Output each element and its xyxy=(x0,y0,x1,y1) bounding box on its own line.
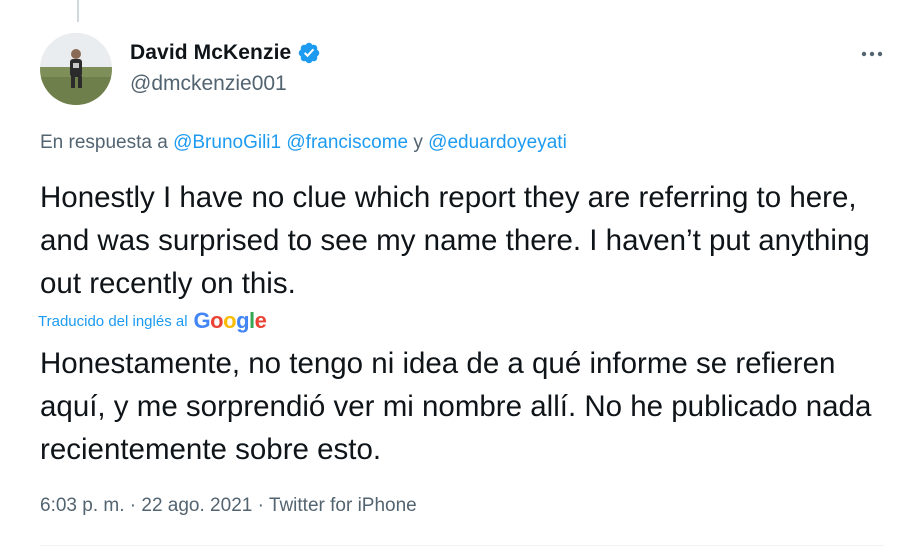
verified-badge-icon xyxy=(297,41,321,65)
author-name-row: David McKenzie xyxy=(130,38,321,68)
avatar[interactable] xyxy=(40,33,112,105)
author-handle[interactable]: @dmckenzie001 xyxy=(130,72,287,96)
reply-context: En respuesta a @BrunoGili1 @franciscome … xyxy=(40,132,567,154)
reply-conjunction: y xyxy=(413,132,423,153)
meta-separator: · xyxy=(129,495,137,516)
thread-connector-line xyxy=(77,0,79,22)
more-options-icon[interactable] xyxy=(858,40,886,68)
tweet-date[interactable]: 22 ago. 2021 xyxy=(141,495,252,516)
reply-prefix: En respuesta a xyxy=(40,132,168,153)
tweet-source[interactable]: Twitter for iPhone xyxy=(269,495,417,516)
avatar-photo xyxy=(40,33,112,105)
tweet-text: Honestly I have no clue which report the… xyxy=(40,181,870,300)
mention-link-eduardoyeyati[interactable]: @eduardoyeyati xyxy=(428,132,567,153)
mention-link-franciscome[interactable]: @franciscome xyxy=(286,132,408,153)
mention-link-brunogili1[interactable]: @BrunoGili1 xyxy=(173,132,281,153)
translation-label: Traducido del inglés al xyxy=(38,312,188,330)
tweet-timestamp[interactable]: 6:03 p. m. xyxy=(40,495,125,516)
google-logo: Google xyxy=(193,308,267,333)
translation-attribution[interactable]: Traducido del inglés al Google xyxy=(38,308,267,334)
author-display-name[interactable]: David McKenzie xyxy=(130,41,291,65)
translated-text: Honestamente, no tengo ni idea de a qué … xyxy=(40,347,872,466)
meta-separator: · xyxy=(257,495,264,516)
divider xyxy=(40,545,884,546)
tweet-metadata: 6:03 p. m. · 22 ago. 2021 · Twitter for … xyxy=(40,495,417,517)
